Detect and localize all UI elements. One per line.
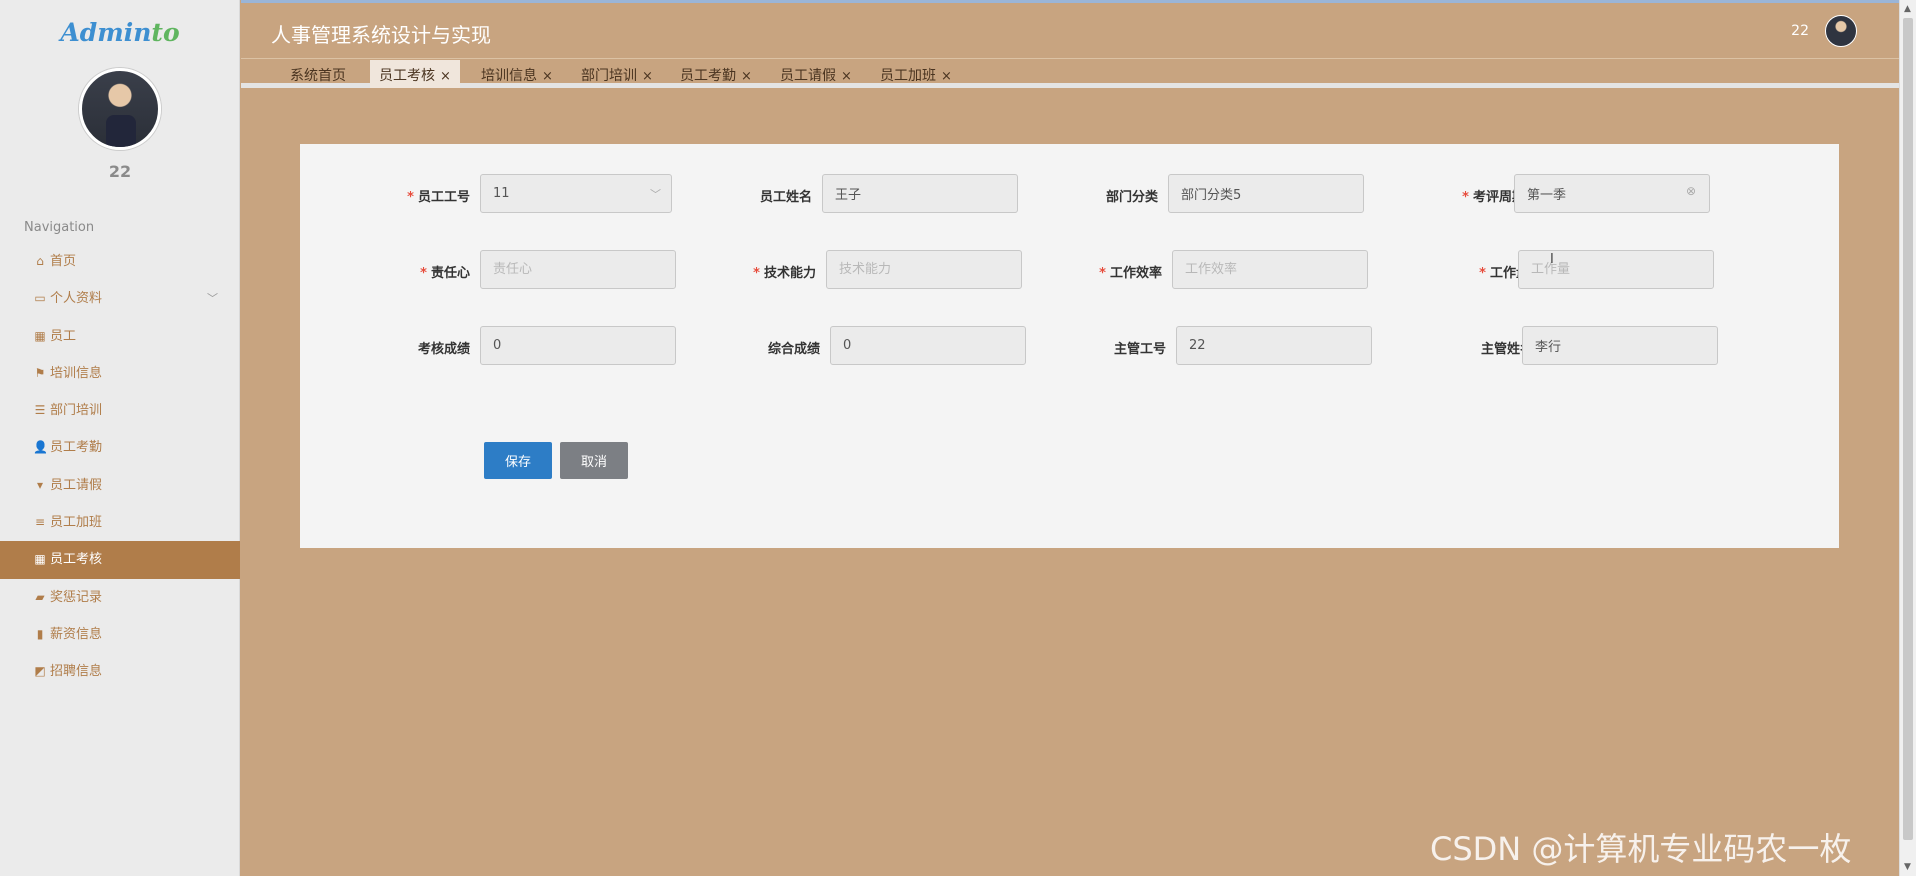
- top-header: 人事管理系统设计与实现 22: [241, 0, 1899, 59]
- save-button[interactable]: 保存: [484, 442, 552, 479]
- sidebar-menu: ⌂ 首页 ▭ 个人资料 ﹀ ▦ 员工 ⚑ 培训信息 ☰ 部门培训 👤 员工考勤 ▾ 员工请假 ≡…: [0, 243, 240, 691]
- tab-training[interactable]: 培训信息 ×: [481, 60, 553, 88]
- brand-logo[interactable]: Adminto: [0, 18, 240, 47]
- responsibility-label: * 责任心: [420, 266, 470, 281]
- sidebar-username: 22: [108, 162, 132, 181]
- sidebar-item-rewards[interactable]: ▰ 奖惩记录: [0, 579, 240, 616]
- user-icon: 👤: [33, 440, 48, 455]
- sidebar-item-recruitment[interactable]: ◩ 招聘信息: [0, 653, 240, 690]
- sidebar-item-employees[interactable]: ▦ 员工: [0, 318, 240, 355]
- score-label: 考核成绩: [417, 342, 470, 357]
- tab-leave[interactable]: 员工请假 ×: [780, 60, 852, 88]
- close-icon[interactable]: ×: [642, 69, 653, 84]
- thumbs-icon: ▰: [35, 589, 45, 604]
- scroll-up-icon[interactable]: ▲: [1904, 4, 1911, 14]
- period-field[interactable]: [1514, 174, 1710, 213]
- close-icon[interactable]: ×: [841, 69, 852, 84]
- tab-home[interactable]: 系统首页: [290, 60, 346, 88]
- sidebar-item-home[interactable]: ⌂ 首页: [0, 243, 240, 280]
- sidebar: Adminto 22 Navigation ⌂ 首页 ▭ 个人资料 ﹀ ▦ 员工 ⚑ 培训…: [0, 0, 240, 876]
- scroll-down-icon[interactable]: ▼: [1904, 862, 1911, 872]
- sidebar-item-salary[interactable]: ▮ 薪资信息: [0, 616, 240, 653]
- sidebar-item-leave[interactable]: ▾ 员工请假: [0, 467, 240, 504]
- total-score-label: 综合成绩: [767, 342, 820, 357]
- sidebar-item-overtime[interactable]: ≡ 员工加班: [0, 504, 240, 541]
- sidebar-item-training[interactable]: ⚑ 培训信息: [0, 355, 240, 392]
- close-icon[interactable]: ×: [741, 69, 752, 84]
- sidebar-item-dept-training[interactable]: ☰ 部门培训: [0, 392, 240, 429]
- grid-icon: ▦: [34, 552, 46, 567]
- scrollbar-thumb[interactable]: [1903, 18, 1913, 840]
- skill-label: * 技术能力: [753, 266, 816, 281]
- chevron-down-icon: ﹀: [207, 292, 218, 306]
- header-username[interactable]: 22: [1791, 23, 1809, 39]
- user-avatar: [79, 68, 161, 150]
- employee-name-label: 员工姓名: [759, 190, 812, 205]
- assessment-form: *员工工号 ﹀ 员工姓名 部门分类 *考评周期 ⊗ *责任心 *技术能力 *工作…: [300, 144, 1839, 548]
- nav-section-title: Navigation: [24, 220, 95, 235]
- close-icon[interactable]: ×: [941, 69, 952, 84]
- tab-assessment[interactable]: 员工考核 ×: [370, 60, 460, 88]
- bar-chart-icon: ▮: [36, 626, 44, 641]
- period-label: * 考评周期: [1462, 190, 1525, 205]
- text-cursor-icon: I: [1550, 252, 1554, 267]
- manager-id-label: 主管工号: [1113, 342, 1166, 357]
- sliders-icon: ☰: [34, 403, 46, 418]
- list-icon: ≡: [34, 515, 46, 530]
- flag-icon: ⚑: [34, 365, 46, 380]
- employee-id-label: * 员工工号: [407, 190, 470, 205]
- app-title: 人事管理系统设计与实现: [271, 23, 491, 47]
- tab-bar: 系统首页 员工考核 × 培训信息 × 部门培训 × 员工考勤 × 员工请假 × 员工加班 ×: [241, 60, 1899, 88]
- clear-icon[interactable]: ⊗: [1686, 184, 1696, 198]
- header-avatar[interactable]: [1825, 15, 1857, 47]
- sidebar-item-assessment[interactable]: ▦ 员工考核: [0, 541, 240, 579]
- sidebar-item-profile[interactable]: ▭ 个人资料 ﹀: [0, 280, 240, 317]
- tab-overtime[interactable]: 员工加班 ×: [880, 60, 952, 88]
- workload-field[interactable]: [1518, 250, 1714, 289]
- home-icon: ⌂: [36, 254, 44, 268]
- department-label: 部门分类: [1105, 190, 1158, 205]
- tab-dept-training[interactable]: 部门培训 ×: [581, 60, 653, 88]
- tab-attendance[interactable]: 员工考勤 ×: [680, 60, 752, 88]
- watermark: CSDN @计算机专业码农一枚: [1430, 830, 1852, 868]
- grid-icon: ▦: [34, 328, 46, 343]
- close-icon[interactable]: ×: [542, 69, 553, 84]
- line-chart-icon: ◩: [34, 664, 46, 679]
- close-icon[interactable]: ×: [440, 69, 451, 84]
- page-scrollbar[interactable]: ▲ ▼: [1899, 0, 1916, 876]
- profile-card-icon: ▭: [34, 291, 46, 306]
- manager-name-field[interactable]: [1522, 326, 1718, 365]
- stamp-icon: ▾: [36, 477, 44, 492]
- workload-label: * 工作量: [1479, 266, 1529, 281]
- efficiency-label: * 工作效率: [1099, 266, 1162, 281]
- manager-name-label: 主管姓名: [1480, 342, 1533, 357]
- sidebar-item-attendance[interactable]: 👤 员工考勤: [0, 429, 240, 466]
- cancel-button[interactable]: 取消: [560, 442, 628, 479]
